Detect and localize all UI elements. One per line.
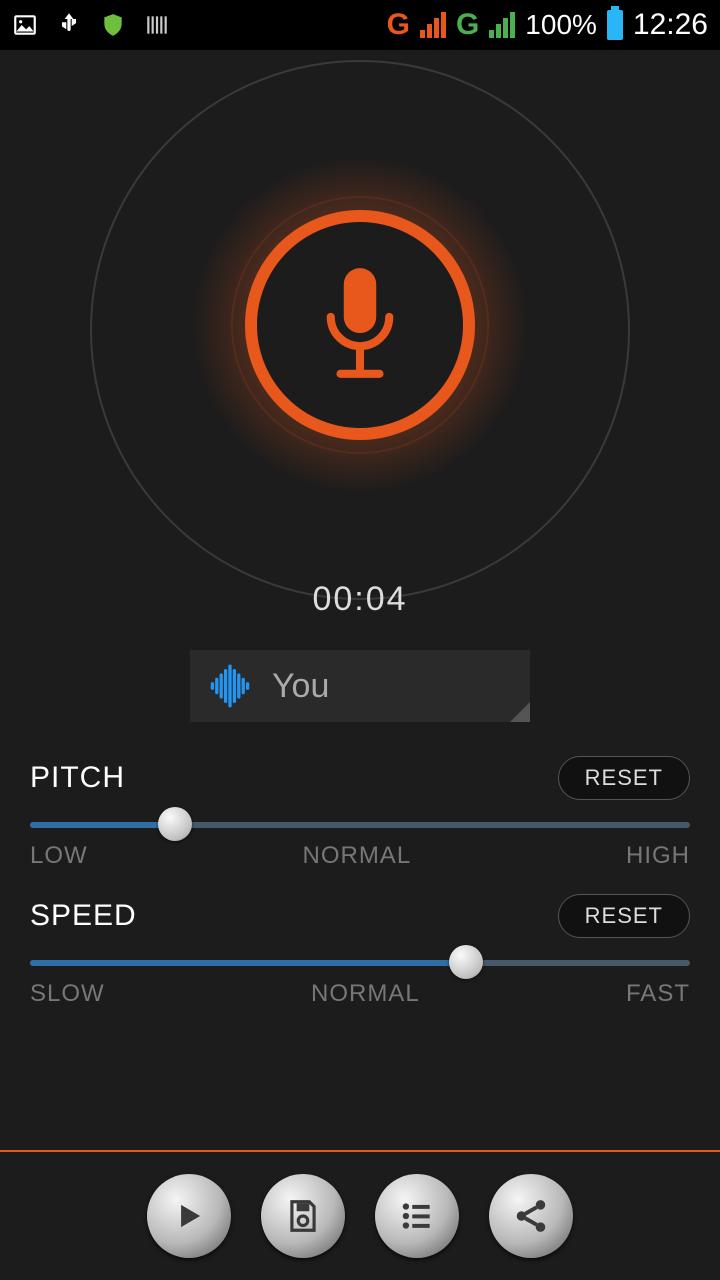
record-button[interactable]: [245, 210, 475, 440]
shield-icon: [100, 12, 126, 38]
pitch-reset-button[interactable]: RESET: [558, 756, 690, 800]
battery-icon: [607, 10, 623, 40]
voice-select[interactable]: You: [190, 650, 530, 722]
list-button[interactable]: [375, 1174, 459, 1258]
speed-label-slow: SLOW: [30, 980, 105, 1008]
pitch-label-low: LOW: [30, 842, 88, 870]
signal1-icon: [420, 12, 446, 38]
barcode-icon: [144, 12, 170, 38]
pitch-label-normal: NORMAL: [302, 842, 411, 870]
picture-icon: [12, 12, 38, 38]
save-icon: [284, 1197, 322, 1235]
speed-label-normal: NORMAL: [311, 980, 420, 1008]
signal2-icon: [489, 12, 515, 38]
speed-title: SPEED: [30, 899, 137, 933]
play-icon: [170, 1197, 208, 1235]
pitch-title: PITCH: [30, 761, 125, 795]
play-button[interactable]: [147, 1174, 231, 1258]
save-button[interactable]: [261, 1174, 345, 1258]
waveform-icon: [208, 664, 252, 708]
network2-type: G: [456, 8, 479, 42]
pitch-slider-thumb[interactable]: [158, 807, 192, 841]
speed-label-fast: FAST: [626, 980, 690, 1008]
list-icon: [398, 1197, 436, 1235]
battery-percent: 100%: [525, 9, 597, 41]
share-icon: [512, 1197, 550, 1235]
usb-icon: [56, 12, 82, 38]
network1-type: G: [387, 8, 410, 42]
speed-slider[interactable]: [30, 960, 690, 966]
bottom-toolbar: [0, 1150, 720, 1280]
share-button[interactable]: [489, 1174, 573, 1258]
pitch-section: PITCH RESET LOW NORMAL HIGH: [0, 756, 720, 870]
microphone-icon: [305, 260, 415, 390]
speed-slider-thumb[interactable]: [449, 945, 483, 979]
voice-name-label: You: [272, 667, 329, 706]
record-timer: 00:04: [90, 580, 630, 619]
speed-section: SPEED RESET SLOW NORMAL FAST: [0, 894, 720, 1008]
pitch-slider[interactable]: [30, 822, 690, 828]
pitch-label-high: HIGH: [626, 842, 690, 870]
speed-reset-button[interactable]: RESET: [558, 894, 690, 938]
status-bar: G G 100% 12:26: [0, 0, 720, 50]
clock: 12:26: [633, 8, 708, 42]
